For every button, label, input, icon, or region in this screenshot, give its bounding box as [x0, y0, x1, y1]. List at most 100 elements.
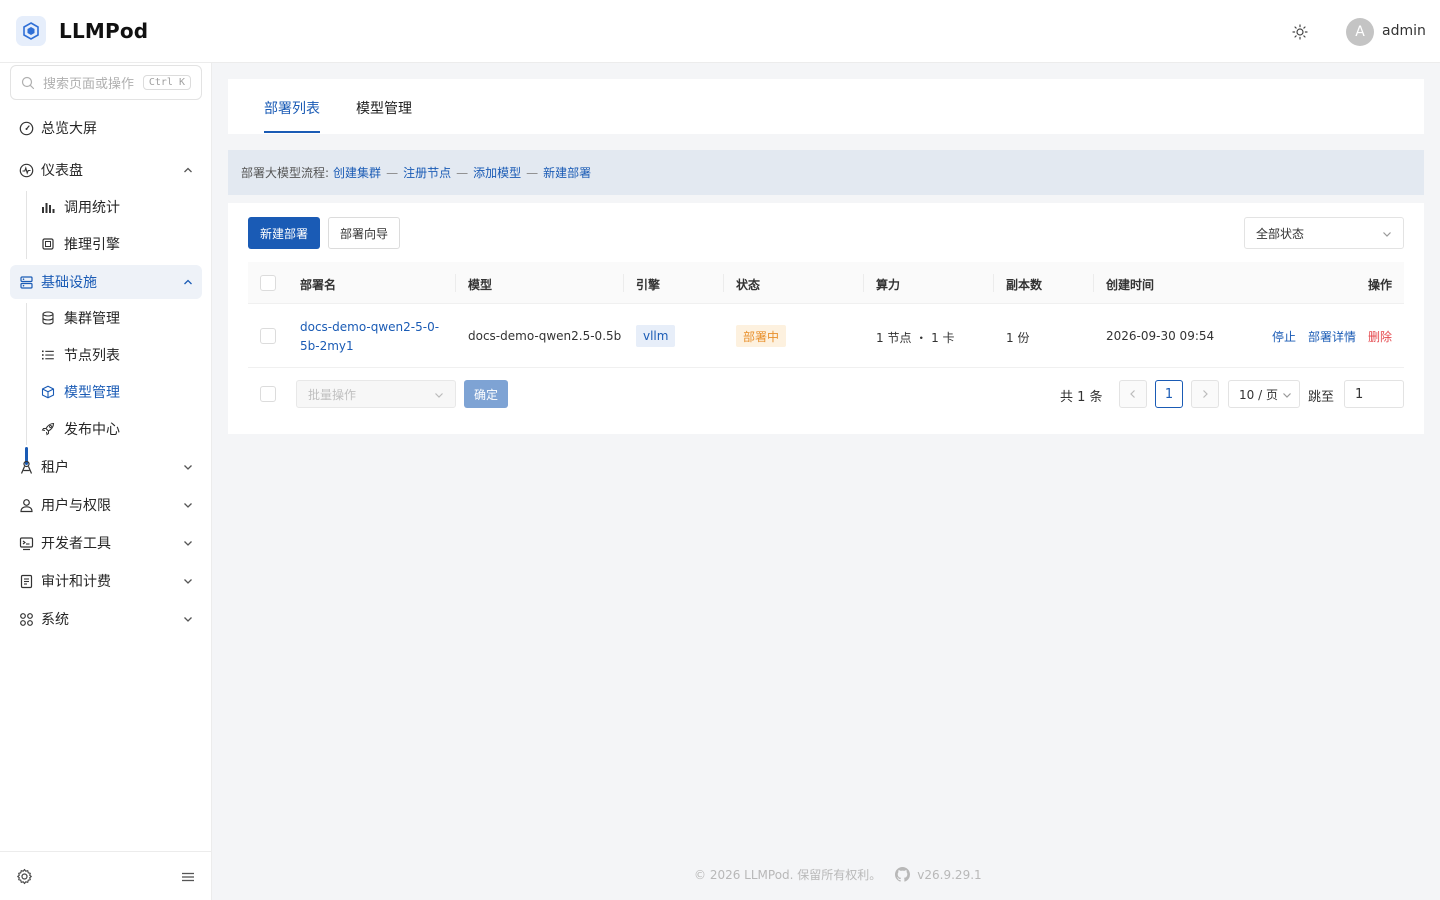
chevron-up-icon [182, 276, 194, 288]
chevron-down-icon [433, 389, 445, 401]
tabs-card: 部署列表 模型管理 [228, 79, 1424, 134]
sun-icon [1292, 24, 1308, 40]
flow-separator: — [386, 165, 399, 180]
status-badge: 部署中 [736, 325, 787, 347]
page-number-current[interactable]: 1 [1155, 380, 1183, 408]
deployment-name-link[interactable]: docs-demo-qwen2-5-0- 5b-2my1 [300, 318, 450, 356]
sidebar-item-label: 租户 [41, 460, 69, 476]
github-icon[interactable] [895, 867, 911, 882]
flow-step-register-node[interactable]: 注册节点 [403, 164, 451, 181]
engine-tag: vllm [636, 325, 676, 347]
sidebar-item-system[interactable]: 系统 [10, 602, 202, 636]
sidebar-item-model-management[interactable]: 模型管理 [34, 375, 202, 409]
sidebar-item-label: 推理引擎 [64, 237, 120, 253]
flow-step-new-deployment[interactable]: 新建部署 [543, 164, 591, 181]
sidebar-item-node-list[interactable]: 节点列表 [34, 338, 202, 372]
flow-step-create-cluster[interactable]: 创建集群 [333, 164, 381, 181]
column-header-compute: 算力 [876, 278, 901, 292]
tab-model-management[interactable]: 模型管理 [356, 98, 412, 118]
chip-icon [40, 236, 56, 252]
user-icon [18, 497, 34, 513]
tab-deployment-list[interactable]: 部署列表 [264, 98, 320, 118]
sidebar-item-users-permissions[interactable]: 用户与权限 [10, 488, 202, 522]
sidebar-item-label: 系统 [41, 612, 69, 628]
terminal-icon [18, 535, 34, 551]
database-icon [40, 310, 56, 326]
bulk-confirm-button[interactable]: 确定 [464, 380, 508, 408]
collapse-menu-icon[interactable] [180, 869, 196, 885]
sidebar-item-release-center[interactable]: 发布中心 [34, 412, 202, 446]
deployment-name-line: 5b-2my1 [300, 339, 354, 353]
total-count: 共 1 条 [1060, 390, 1103, 405]
sidebar-item-dashboard[interactable]: 仪表盘 [10, 153, 202, 187]
rocket-icon [40, 421, 56, 437]
sidebar-item-developer-tools[interactable]: 开发者工具 [10, 526, 202, 560]
username[interactable]: admin [1382, 23, 1426, 39]
submenu-guide-line [26, 191, 27, 259]
bulk-action-select[interactable]: 批量操作 [296, 380, 456, 408]
replica-count: 1 份 [1006, 331, 1030, 345]
flow-separator: — [456, 165, 469, 180]
flow-prefix: 部署大模型流程: [241, 166, 330, 180]
receipt-icon [18, 573, 34, 589]
search-box[interactable]: 搜索页面或操作 Ctrl K [10, 65, 202, 100]
sidebar-item-tenant[interactable]: 租户 [10, 450, 202, 484]
submenu-guide-line [26, 303, 27, 445]
settings-gear-icon[interactable] [16, 868, 34, 886]
chevron-down-icon [1281, 389, 1293, 401]
sidebar-item-label: 集群管理 [64, 311, 120, 327]
row-checkbox[interactable] [260, 328, 276, 344]
search-shortcut: Ctrl K [142, 75, 191, 90]
chevron-down-icon [1381, 228, 1393, 240]
column-header-engine: 引擎 [636, 278, 661, 292]
logo-icon [23, 22, 39, 40]
sidebar-item-call-stats[interactable]: 调用统计 [34, 190, 202, 224]
tenant-icon [18, 459, 34, 475]
deployment-detail-link[interactable]: 部署详情 [1308, 328, 1356, 345]
flow-step-add-model[interactable]: 添加模型 [473, 164, 521, 181]
chevron-right-icon [1203, 390, 1208, 398]
list-icon [40, 347, 56, 363]
sidebar-item-inference-engine[interactable]: 推理引擎 [34, 227, 202, 261]
stop-action-link[interactable]: 停止 [1272, 328, 1296, 345]
chevron-down-icon [182, 613, 194, 625]
sidebar-item-label: 模型管理 [64, 385, 120, 401]
sidebar-item-overview[interactable]: 总览大屏 [10, 111, 202, 145]
version-text: v26.9.29.1 [917, 867, 982, 882]
column-separator [723, 274, 724, 292]
column-header-name: 部署名 [300, 278, 337, 292]
deployment-wizard-button[interactable]: 部署向导 [328, 217, 400, 249]
next-page-button[interactable] [1191, 380, 1219, 408]
sidebar-item-label: 仪表盘 [41, 163, 83, 179]
theme-toggle-button[interactable] [1288, 20, 1312, 44]
top-header: LLMPod A admin [0, 0, 1440, 63]
column-separator [993, 274, 994, 292]
sidebar-footer [0, 851, 212, 900]
user-avatar[interactable]: A [1346, 18, 1374, 46]
bulk-select-checkbox[interactable] [260, 386, 276, 402]
compute-info: 1 节点 ・ 1 卡 [876, 331, 955, 345]
sidebar-item-label: 用户与权限 [41, 498, 111, 514]
chevron-down-icon [182, 499, 194, 511]
search-icon [21, 76, 35, 90]
chevron-left-icon [1130, 390, 1135, 398]
sidebar-item-infrastructure[interactable]: 基础设施 [10, 265, 202, 299]
delete-action-link[interactable]: 删除 [1368, 328, 1392, 345]
jump-to-page-input[interactable] [1344, 380, 1404, 408]
page-size-select[interactable]: 10 / 页 [1228, 380, 1300, 408]
deployment-name-line: docs-demo-qwen2-5-0- [300, 320, 440, 334]
sidebar-item-label: 开发者工具 [41, 536, 111, 552]
sidebar-item-cluster-management[interactable]: 集群管理 [34, 301, 202, 335]
app-logo[interactable] [16, 16, 46, 46]
new-deployment-button[interactable]: 新建部署 [248, 217, 320, 249]
select-all-checkbox[interactable] [260, 275, 276, 291]
prev-page-button[interactable] [1119, 380, 1147, 408]
app-title: LLMPod [59, 19, 149, 43]
status-filter-select[interactable]: 全部状态 [1244, 217, 1404, 249]
page-size-value: 10 / 页 [1239, 387, 1278, 402]
table-row: docs-demo-qwen2-5-0- 5b-2my1 docs-demo-q… [248, 304, 1404, 368]
active-tab-underline [264, 131, 320, 133]
sidebar-item-audit-billing[interactable]: 审计和计费 [10, 564, 202, 598]
sidebar-item-label: 节点列表 [64, 348, 120, 364]
column-header-model: 模型 [468, 278, 493, 292]
